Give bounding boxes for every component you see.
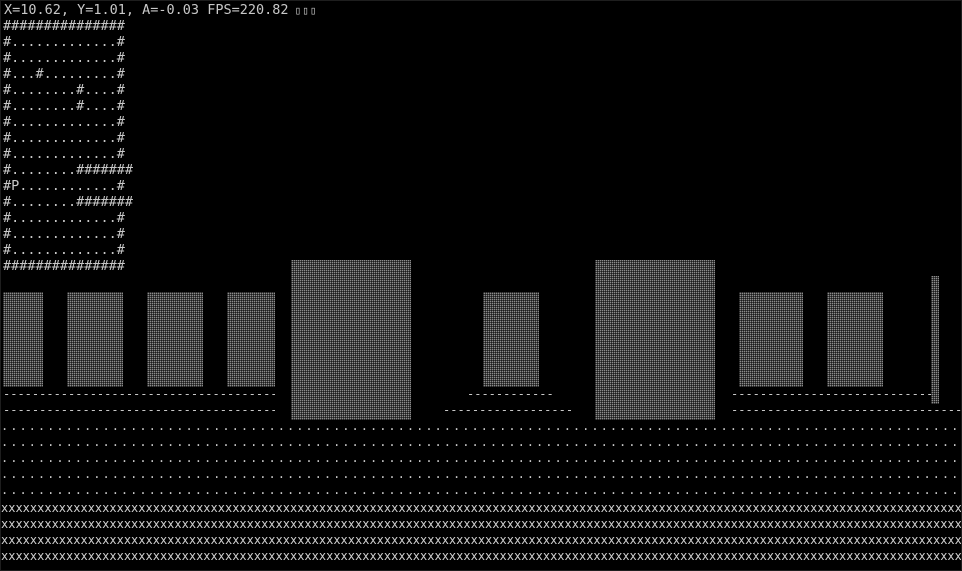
wall-column — [227, 292, 275, 387]
floor-dot-row: ........................................… — [1, 419, 961, 433]
wall-column — [291, 260, 411, 420]
wall-column — [483, 292, 539, 387]
minimap-row: #.............# — [3, 242, 125, 258]
floor-dot-row: ........................................… — [1, 483, 961, 497]
minimap-row: #.............# — [3, 210, 125, 226]
floor-x-row: xxxxxxxxxxxxxxxxxxxxxxxxxxxxxxxxxxxxxxxx… — [1, 517, 962, 531]
floor-dash-segment: ----------------------------------------… — [3, 403, 275, 417]
console-window: X=10.62, Y=1.01, A=-0.03 FPS=220.82 ▯▯▯ #… — [0, 0, 962, 571]
minimap-row: #.............# — [3, 130, 125, 146]
floor-dash-segment: ----------------------------------------… — [3, 387, 275, 401]
floor-x-row: xxxxxxxxxxxxxxxxxxxxxxxxxxxxxxxxxxxxxxxx… — [1, 549, 962, 563]
minimap-row: #........####### — [3, 162, 134, 178]
minimap-row: #.............# — [3, 226, 125, 242]
minimap-row: ############### — [3, 258, 125, 274]
minimap-row: #........#....# — [3, 98, 125, 114]
minimap-row: #.............# — [3, 146, 125, 162]
minimap-row: ############### — [3, 18, 125, 34]
hud-status-text: X=10.62, Y=1.01, A=-0.03 FPS=220.82 — [4, 2, 289, 18]
floor-dash-segment: ----------------------------------------… — [467, 387, 555, 401]
floor-dot-row: ........................................… — [1, 467, 961, 481]
floor-x-row: xxxxxxxxxxxxxxxxxxxxxxxxxxxxxxxxxxxxxxxx… — [1, 533, 962, 547]
wall-column — [827, 292, 883, 387]
floor-dot-row: ........................................… — [1, 451, 961, 465]
minimap-row: #.............# — [3, 50, 125, 66]
wall-column — [147, 292, 203, 387]
minimap-row: #.............# — [3, 114, 125, 130]
floor-x-row: xxxxxxxxxxxxxxxxxxxxxxxxxxxxxxxxxxxxxxxx… — [1, 501, 962, 515]
wall-column — [595, 260, 715, 420]
hud-status-line: X=10.62, Y=1.01, A=-0.03 FPS=220.82 ▯▯▯ — [4, 2, 317, 19]
minimap-row: #.............# — [3, 34, 125, 50]
unknown-glyphs: ▯▯▯ — [294, 4, 318, 17]
floor-dash-segment: ----------------------------------------… — [443, 403, 571, 417]
wall-column — [3, 292, 43, 387]
wall-column — [67, 292, 123, 387]
minimap-row: #P............# — [3, 178, 125, 194]
wall-column — [931, 276, 939, 404]
wall-column — [739, 292, 803, 387]
floor-dash-segment: ----------------------------------------… — [731, 387, 931, 401]
minimap: ############### #.............# #.........… — [3, 18, 133, 274]
minimap-row: #........####### — [3, 194, 134, 210]
floor-dash-segment: ----------------------------------------… — [731, 403, 962, 417]
floor-dot-row: ........................................… — [1, 435, 961, 449]
minimap-row: #........#....# — [3, 82, 125, 98]
minimap-row: #...#.........# — [3, 66, 125, 82]
